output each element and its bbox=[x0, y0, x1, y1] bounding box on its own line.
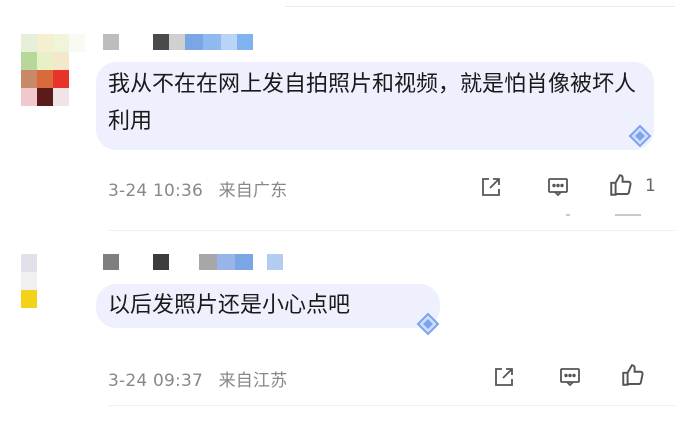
username-pixel bbox=[267, 254, 283, 270]
reply-button[interactable] bbox=[557, 364, 583, 390]
thumbs-up-icon bbox=[610, 174, 632, 196]
username-pixel bbox=[237, 34, 253, 50]
avatar-pixel bbox=[53, 254, 69, 272]
comment-bubble[interactable]: 以后发照片还是小心点吧 bbox=[96, 284, 440, 328]
avatar-pixel bbox=[37, 52, 53, 70]
avatar-pixel bbox=[21, 272, 37, 290]
share-icon bbox=[482, 178, 500, 196]
avatar-pixel bbox=[21, 70, 37, 88]
username-pixel bbox=[169, 34, 185, 50]
avatar-pixel bbox=[69, 308, 85, 326]
avatar-pixel bbox=[37, 308, 53, 326]
avatar-pixel bbox=[69, 52, 85, 70]
avatar-pixel bbox=[37, 88, 53, 106]
username-pixel bbox=[217, 254, 235, 270]
avatar-pixel bbox=[37, 34, 53, 52]
avatar-pixel bbox=[37, 254, 53, 272]
username-mosaic[interactable] bbox=[103, 34, 253, 50]
username-pixel bbox=[103, 254, 119, 270]
username-pixel bbox=[199, 254, 217, 270]
avatar-pixel bbox=[69, 254, 85, 272]
username-pixel bbox=[203, 34, 221, 50]
avatar-pixel bbox=[69, 290, 85, 308]
username-mosaic[interactable] bbox=[103, 254, 283, 270]
comment-time: 3-24 09:37 bbox=[108, 371, 203, 391]
avatar-pixel bbox=[21, 308, 37, 326]
share-icon bbox=[495, 368, 513, 386]
comment-icon bbox=[548, 178, 568, 197]
username-pixel bbox=[119, 34, 153, 50]
comment-text: 我从不在在网上发自拍照片和视频，就是怕肖像被坏人利用 bbox=[108, 72, 637, 134]
avatar-pixel bbox=[53, 34, 69, 52]
comment-meta: 3-24 10:36 来自广东 bbox=[108, 176, 287, 201]
username-pixel bbox=[221, 34, 237, 50]
reply-underline bbox=[566, 214, 570, 216]
username-pixel bbox=[253, 254, 267, 270]
comment-location: 来自广东 bbox=[218, 181, 288, 201]
comment-item: 我从不在在网上发自拍照片和视频，就是怕肖像被坏人利用 3-24 10:36 来自… bbox=[0, 30, 675, 230]
comment-text: 以后发照片还是小心点吧 bbox=[108, 293, 351, 318]
diamond-badge-icon bbox=[416, 312, 440, 336]
avatar-pixel bbox=[37, 272, 53, 290]
username-pixel bbox=[103, 34, 119, 50]
username-pixel bbox=[169, 254, 199, 270]
avatar-pixel bbox=[69, 88, 85, 106]
username-pixel bbox=[153, 254, 169, 270]
avatar-pixel bbox=[53, 308, 69, 326]
avatar-pixel bbox=[69, 70, 85, 88]
comment-divider bbox=[108, 230, 675, 231]
avatar-pixel bbox=[21, 88, 37, 106]
avatar-pixel bbox=[53, 52, 69, 70]
username-pixel bbox=[119, 254, 153, 270]
avatar-pixel bbox=[53, 272, 69, 290]
comment-time: 3-24 10:36 bbox=[108, 181, 203, 201]
avatar[interactable] bbox=[21, 254, 85, 326]
username-pixel bbox=[153, 34, 169, 50]
avatar-pixel bbox=[69, 272, 85, 290]
comment-item: 以后发照片还是小心点吧 3-24 09:37 来自江苏 bbox=[0, 250, 675, 410]
share-button[interactable] bbox=[491, 364, 517, 390]
thumbs-up-icon bbox=[622, 364, 644, 386]
avatar-pixel bbox=[53, 290, 69, 308]
avatar-pixel bbox=[37, 70, 53, 88]
comment-divider bbox=[108, 405, 675, 406]
avatar[interactable] bbox=[21, 34, 85, 106]
reply-button[interactable] bbox=[545, 174, 571, 200]
avatar-pixel bbox=[21, 34, 37, 52]
avatar-pixel bbox=[69, 34, 85, 52]
avatar-pixel bbox=[53, 70, 69, 88]
share-button[interactable] bbox=[478, 174, 504, 200]
comment-bubble[interactable]: 我从不在在网上发自拍照片和视频，就是怕肖像被坏人利用 bbox=[96, 62, 654, 150]
avatar-pixel bbox=[21, 254, 37, 272]
avatar-pixel bbox=[21, 290, 37, 308]
comment-meta: 3-24 09:37 来自江苏 bbox=[108, 366, 287, 391]
username-pixel bbox=[185, 34, 203, 50]
top-divider bbox=[285, 6, 675, 7]
like-underline bbox=[615, 214, 641, 216]
like-button[interactable] bbox=[620, 362, 646, 388]
avatar-pixel bbox=[21, 52, 37, 70]
username-pixel bbox=[235, 254, 253, 270]
like-count: 1 bbox=[645, 176, 656, 196]
comment-icon bbox=[560, 368, 580, 387]
diamond-badge-icon bbox=[628, 124, 652, 148]
avatar-pixel bbox=[37, 290, 53, 308]
like-button[interactable] bbox=[608, 172, 634, 198]
comment-location: 来自江苏 bbox=[218, 371, 288, 391]
avatar-pixel bbox=[53, 88, 69, 106]
